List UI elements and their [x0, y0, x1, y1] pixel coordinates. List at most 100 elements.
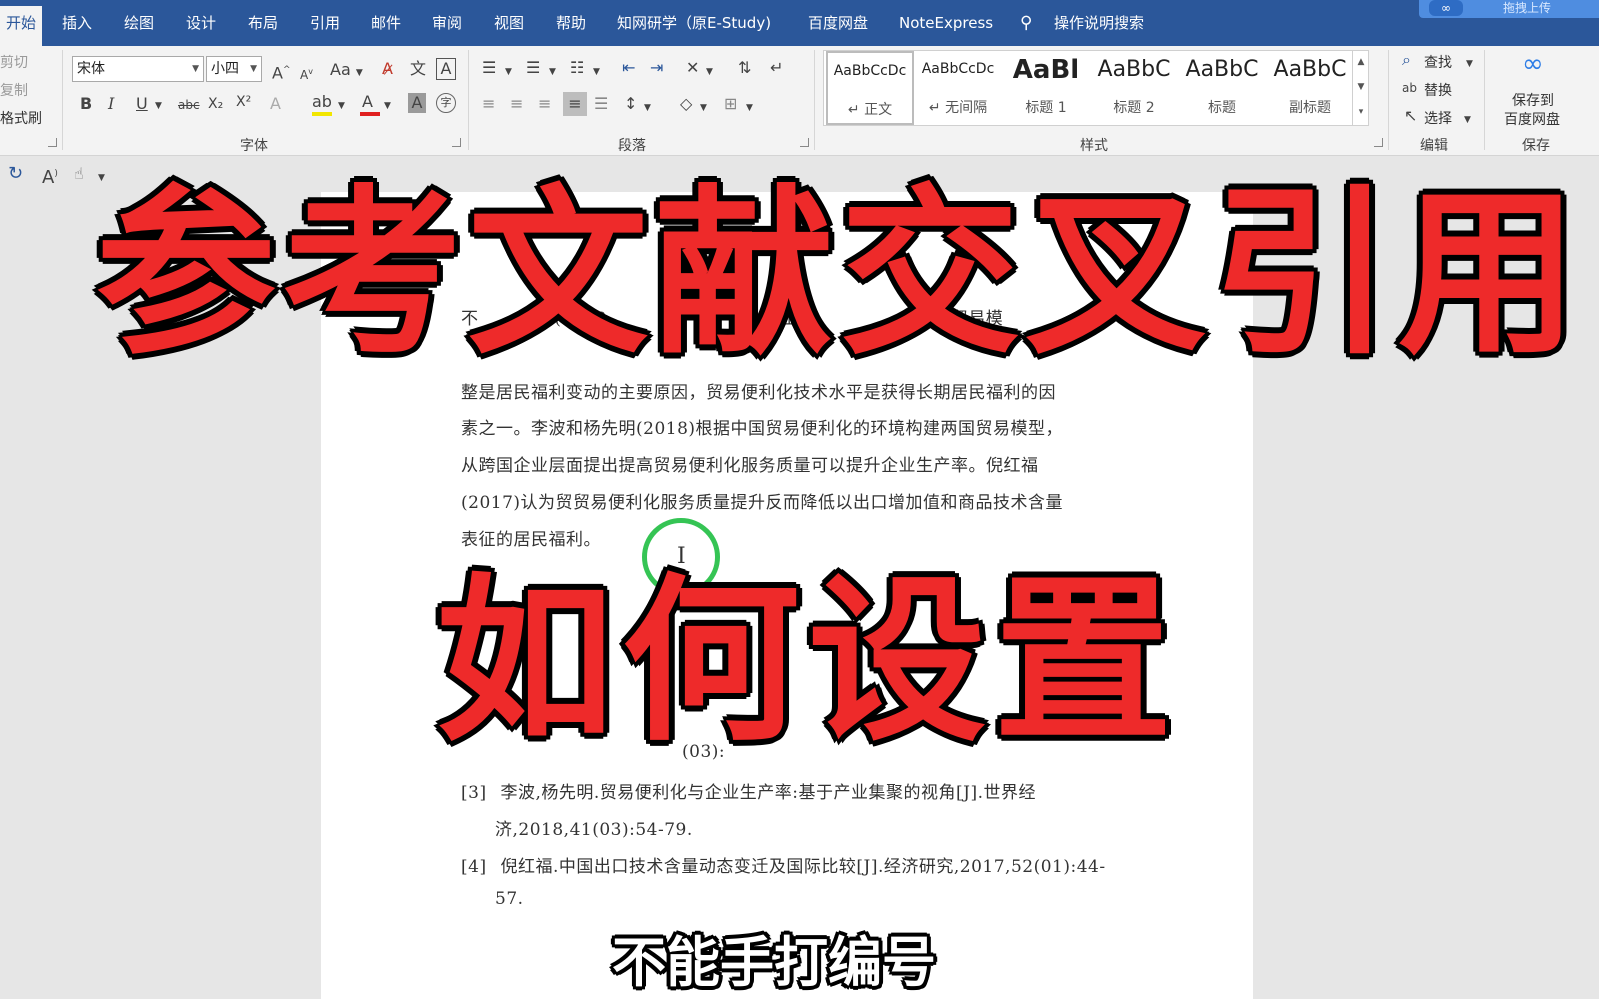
style-heading-1[interactable]: AaBl 标题 1 — [1002, 51, 1090, 125]
highlight-icon[interactable]: ab — [312, 92, 332, 112]
styles-launcher-icon[interactable] — [1374, 138, 1383, 147]
highlight-dropdown-icon[interactable]: ▼ — [338, 96, 345, 116]
numbering-icon[interactable]: ☰ — [526, 58, 540, 78]
overlay-subtitle: 如何设置 — [434, 558, 1180, 765]
line-spacing-dropdown-icon[interactable]: ▼ — [644, 98, 651, 118]
font-name-select[interactable]: 宋体 ▼ — [72, 56, 204, 82]
find-button[interactable]: 查找 — [1424, 52, 1452, 72]
replace-button[interactable]: 替换 — [1424, 80, 1452, 100]
save-to-netdisk-line2[interactable]: 百度网盘 — [1504, 109, 1560, 129]
group-divider — [814, 50, 815, 150]
tab-view[interactable]: 视图 — [494, 0, 524, 46]
overlay-title: 参考文献交叉引用 — [94, 168, 1585, 381]
tab-references[interactable]: 引用 — [310, 0, 340, 46]
show-marks-icon[interactable]: ↵ — [770, 58, 783, 78]
find-dropdown-icon[interactable]: ▼ — [1466, 54, 1473, 74]
more-styles-icon[interactable]: ▾ — [1353, 100, 1369, 125]
select-dropdown-icon[interactable]: ▼ — [1464, 110, 1471, 130]
font-size-select[interactable]: 小四 ▼ — [206, 56, 262, 82]
text-effects-icon[interactable]: A — [270, 94, 281, 114]
shading-dropdown-icon[interactable]: ▼ — [700, 98, 707, 118]
enclose-characters-icon[interactable]: 字 — [436, 93, 456, 113]
styles-scroll[interactable]: ▲ ▼ ▾ — [1352, 50, 1369, 126]
tab-draw[interactable]: 绘图 — [124, 0, 154, 46]
paragraph-launcher-icon[interactable] — [800, 138, 809, 147]
style-subtitle[interactable]: AaBbC 副标题 — [1266, 51, 1354, 125]
reference-number: [3] — [461, 783, 487, 803]
editing-group-label: 编辑 — [1420, 138, 1448, 154]
increase-indent-icon[interactable]: ⇥ — [650, 58, 663, 78]
change-case-button[interactable]: Aa ▼ — [330, 60, 363, 83]
tab-cnki-estudy[interactable]: 知网研学（原E-Study) — [617, 0, 771, 46]
superscript-button[interactable]: X² — [236, 92, 251, 112]
tab-review[interactable]: 审阅 — [432, 0, 462, 46]
grow-font-button[interactable]: A^ — [272, 60, 291, 83]
reference-item: [3] 李波,杨先明.贸易便利化与企业生产率:基于产业集聚的视角[J].世界经 — [461, 783, 1037, 803]
tab-noteexpress[interactable]: NoteExpress — [899, 0, 993, 46]
align-center-icon[interactable]: ≡ — [510, 94, 523, 114]
tell-me-search[interactable]: 操作说明搜索 — [1054, 0, 1144, 46]
search-icon: ⌕ — [1402, 50, 1411, 69]
cut-button[interactable]: 剪切 — [0, 52, 28, 72]
chevron-down-icon[interactable]: ▼ — [1353, 75, 1369, 100]
align-right-icon[interactable]: ≡ — [538, 94, 551, 114]
justify-icon[interactable]: ≡ — [563, 92, 587, 116]
tab-home[interactable]: 开始 — [0, 6, 43, 46]
underline-dropdown-icon[interactable]: ▼ — [155, 96, 162, 116]
style-heading-2[interactable]: AaBbC 标题 2 — [1090, 51, 1178, 125]
style-no-spacing[interactable]: AaBbCcDc ↵ 无间隔 — [914, 51, 1002, 125]
tab-help[interactable]: 帮助 — [556, 0, 586, 46]
select-button[interactable]: 选择 — [1424, 108, 1452, 128]
tab-insert[interactable]: 插入 — [62, 0, 92, 46]
doc-body-line: (2017)认为贸贸易便利化服务质量提升反而降低以出口增加值和商品技术含量 — [461, 493, 1064, 513]
shading-icon[interactable]: ◇ — [680, 94, 692, 114]
underline-button[interactable]: U — [136, 94, 148, 114]
style-normal[interactable]: AaBbCcDc ↵ 正文 — [826, 51, 914, 125]
multilevel-list-icon[interactable]: ☷ — [570, 58, 584, 78]
decrease-indent-icon[interactable]: ⇤ — [622, 58, 635, 78]
shrink-font-button[interactable]: Av — [300, 62, 313, 85]
drag-upload-button[interactable]: ∞ 拖拽上传 — [1419, 0, 1599, 18]
group-divider — [1484, 50, 1485, 150]
numbering-dropdown-icon[interactable]: ▼ — [549, 62, 556, 82]
tab-design[interactable]: 设计 — [186, 0, 216, 46]
overlay-note: 不能手打编号 — [612, 931, 936, 994]
chevron-up-icon[interactable]: ▲ — [1353, 50, 1369, 75]
subscript-button[interactable]: X₂ — [208, 94, 223, 114]
tab-mailings[interactable]: 邮件 — [371, 0, 401, 46]
line-spacing-icon[interactable]: ↕ — [624, 94, 637, 114]
reference-item-continued: 济,2018,41(03):54-79. — [495, 820, 693, 840]
clear-formatting-icon[interactable]: A̷ — [382, 59, 393, 79]
read-aloud-icon[interactable]: A) — [42, 164, 58, 188]
align-left-icon[interactable]: ≡ — [482, 94, 495, 114]
chinese-layout-dropdown-icon[interactable]: ▼ — [706, 62, 713, 82]
font-color-dropdown-icon[interactable]: ▼ — [384, 96, 391, 116]
character-shading-icon[interactable]: A — [408, 93, 426, 113]
borders-dropdown-icon[interactable]: ▼ — [746, 98, 753, 118]
copy-button[interactable]: 复制 — [0, 80, 28, 100]
font-color-icon[interactable]: A — [362, 92, 373, 112]
refresh-icon[interactable]: ↻ — [8, 164, 23, 184]
touch-mode-icon[interactable]: ☝ — [74, 164, 84, 184]
reference-item-continued: 57. — [495, 889, 524, 909]
chinese-layout-icon[interactable]: ✕ — [686, 58, 699, 78]
font-launcher-icon[interactable] — [452, 138, 461, 147]
distributed-icon[interactable]: ☰ — [594, 94, 608, 114]
bullets-dropdown-icon[interactable]: ▼ — [505, 62, 512, 82]
save-to-netdisk-button[interactable]: 保存到 — [1512, 90, 1554, 110]
character-border-icon[interactable]: A — [436, 58, 456, 80]
tab-layout[interactable]: 布局 — [248, 0, 278, 46]
format-painter-button[interactable]: 格式刷 — [0, 108, 42, 128]
paragraph-group-label: 段落 — [618, 138, 646, 154]
bullets-icon[interactable]: ☰ — [482, 58, 496, 78]
bold-button[interactable]: B — [80, 94, 92, 114]
borders-icon[interactable]: ⊞ — [724, 94, 737, 114]
italic-button[interactable]: I — [108, 94, 114, 114]
tab-baidu-netdisk[interactable]: 百度网盘 — [808, 0, 868, 46]
sort-icon[interactable]: ⇅ — [738, 58, 751, 78]
phonetic-guide-icon[interactable]: 文 — [410, 59, 426, 79]
strikethrough-button[interactable]: abc — [178, 95, 200, 115]
clipboard-launcher-icon[interactable] — [48, 138, 57, 147]
style-title[interactable]: AaBbC 标题 — [1178, 51, 1266, 125]
multilevel-dropdown-icon[interactable]: ▼ — [593, 62, 600, 82]
